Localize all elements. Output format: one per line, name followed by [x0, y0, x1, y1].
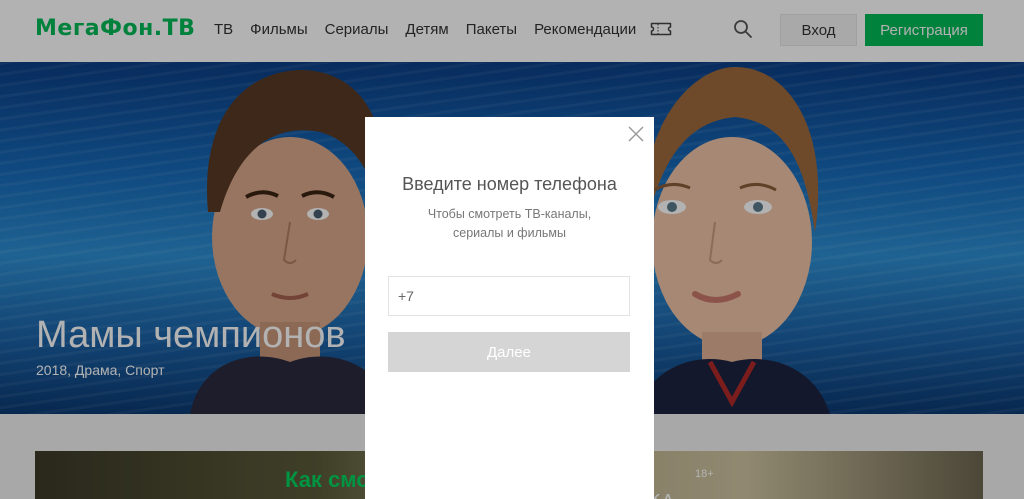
close-icon[interactable]	[627, 125, 645, 143]
modal-title: Введите номер телефона	[402, 174, 617, 194]
next-button[interactable]: Далее	[388, 332, 630, 372]
phone-login-modal: Введите номер телефона Чтобы смотреть ТВ…	[365, 117, 654, 499]
modal-subtitle-line-2: сериалы и фильмы	[453, 226, 566, 240]
modal-subtitle-line-1: Чтобы смотреть ТВ-каналы,	[427, 207, 592, 221]
modal-subtitle: Чтобы смотреть ТВ-каналы, сериалы и филь…	[365, 205, 654, 243]
phone-number-input[interactable]	[388, 276, 630, 316]
